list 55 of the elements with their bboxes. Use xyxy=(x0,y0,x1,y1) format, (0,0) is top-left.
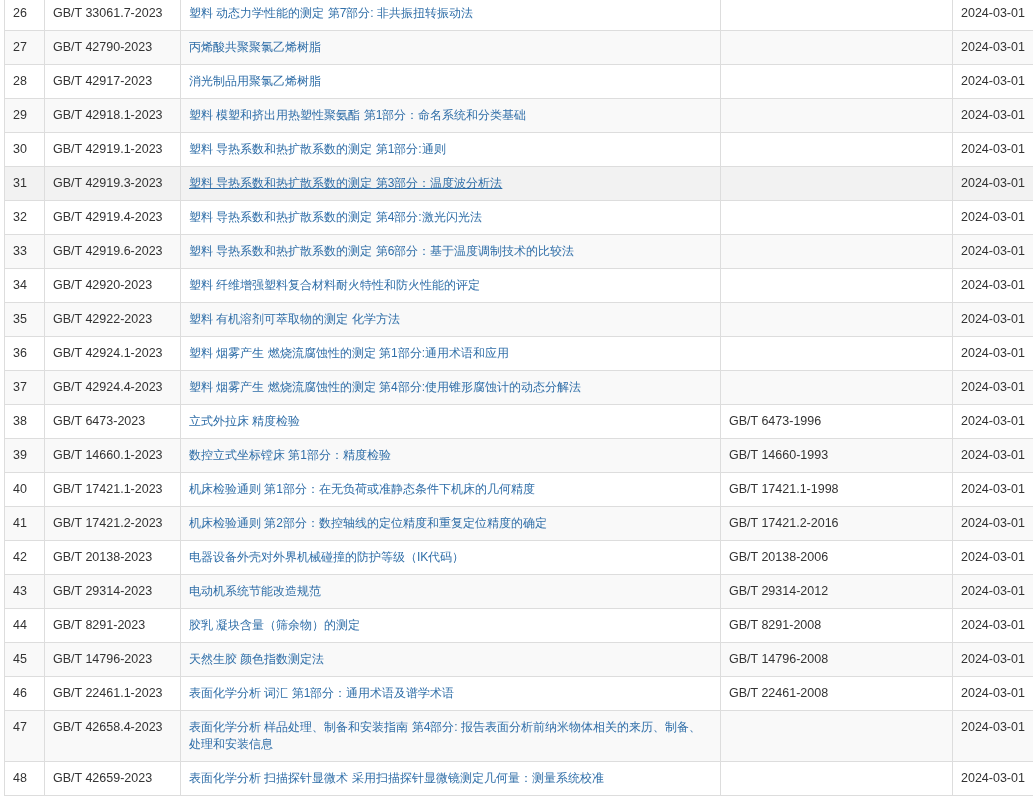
table-cell: 35 xyxy=(4,302,45,337)
table-cell: 43 xyxy=(4,574,45,609)
table-cell: GB/T 42920-2023 xyxy=(44,268,181,303)
table-cell: GB/T 22461.1-2023 xyxy=(44,676,181,711)
table-cell: GB/T 17421.1-1998 xyxy=(720,472,953,507)
table-cell: GB/T 29314-2012 xyxy=(720,574,953,609)
table-cell: 45 xyxy=(4,642,45,677)
table-cell: 27 xyxy=(4,30,45,65)
table-cell: GB/T 20138-2023 xyxy=(44,540,181,575)
table-cell: 37 xyxy=(4,370,45,405)
table-cell: GB/T 42658.4-2023 xyxy=(44,710,181,762)
table-cell: GB/T 42919.4-2023 xyxy=(44,200,181,235)
table-cell: GB/T 33061.7-2023 xyxy=(44,0,181,31)
table-cell: GB/T 42924.1-2023 xyxy=(44,336,181,371)
table-cell: 29 xyxy=(4,98,45,133)
table-cell: GB/T 8291-2008 xyxy=(720,608,953,643)
table-cell: GB/T 42790-2023 xyxy=(44,30,181,65)
table-cell: 34 xyxy=(4,268,45,303)
table-cell: GB/T 42659-2023 xyxy=(44,761,181,796)
table-cell: 40 xyxy=(4,472,45,507)
table-cell: GB/T 6473-1996 xyxy=(720,404,953,439)
table-cell: GB/T 22461-2008 xyxy=(720,676,953,711)
table-cell: 48 xyxy=(4,761,45,796)
table-cell: GB/T 42918.1-2023 xyxy=(44,98,181,133)
table-cell: GB/T 29314-2023 xyxy=(44,574,181,609)
table-cell: 46 xyxy=(4,676,45,711)
table-cell: GB/T 42924.4-2023 xyxy=(44,370,181,405)
table-cell: GB/T 42919.6-2023 xyxy=(44,234,181,269)
table-cell: GB/T 17421.1-2023 xyxy=(44,472,181,507)
table-cell: GB/T 14660-1993 xyxy=(720,438,953,473)
table-cell: GB/T 14796-2008 xyxy=(720,642,953,677)
table-cell: 32 xyxy=(4,200,45,235)
table-cell: 44 xyxy=(4,608,45,643)
table-cell: 28 xyxy=(4,64,45,99)
table-cell: GB/T 14660.1-2023 xyxy=(44,438,181,473)
table-cell: GB/T 42919.1-2023 xyxy=(44,132,181,167)
table-cell: GB/T 42919.3-2023 xyxy=(44,166,181,201)
table-cell: 47 xyxy=(4,710,45,762)
table-cell: GB/T 17421.2-2023 xyxy=(44,506,181,541)
table-cell: GB/T 42922-2023 xyxy=(44,302,181,337)
table-cell: 31 xyxy=(4,166,45,201)
table-cell: 42 xyxy=(4,540,45,575)
table-cell: GB/T 14796-2023 xyxy=(44,642,181,677)
table-cell: 36 xyxy=(4,336,45,371)
table-cell: 30 xyxy=(4,132,45,167)
table-cell: GB/T 17421.2-2016 xyxy=(720,506,953,541)
table-cell: GB/T 42917-2023 xyxy=(44,64,181,99)
table-cell: 38 xyxy=(4,404,45,439)
table-cell: 39 xyxy=(4,438,45,473)
table-cell: GB/T 20138-2006 xyxy=(720,540,953,575)
table-cell: 26 xyxy=(4,0,45,31)
table-cell: 41 xyxy=(4,506,45,541)
table-cell: 33 xyxy=(4,234,45,269)
table-cell: GB/T 8291-2023 xyxy=(44,608,181,643)
table-cell: GB/T 6473-2023 xyxy=(44,404,181,439)
